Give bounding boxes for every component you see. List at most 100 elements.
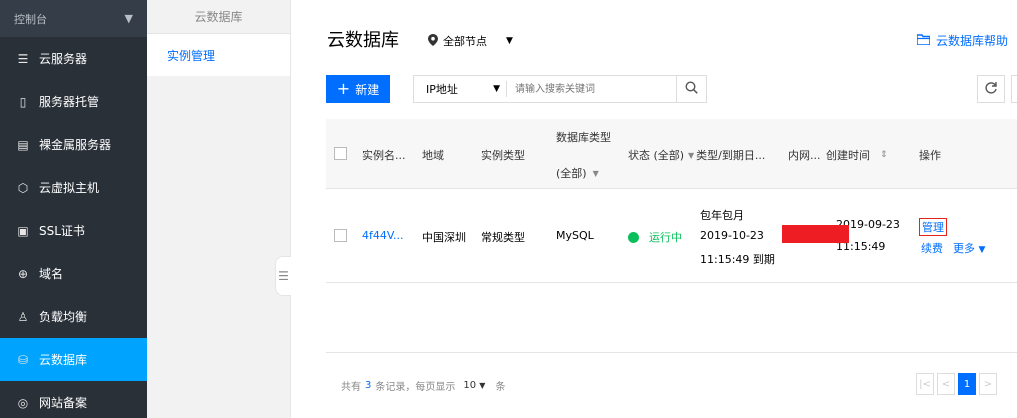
col-ops: 操作 (919, 149, 941, 162)
caret-down-icon: ▼ (479, 381, 486, 390)
server-icon: ☰ (17, 51, 29, 66)
sidebar-item-2[interactable]: ▤ 裸金属服务器 (0, 123, 147, 166)
search-type-label: IP地址 (426, 83, 458, 96)
folder-icon (916, 33, 931, 48)
caret-down-icon: ▼ (592, 168, 599, 178)
menu-icon: ☰ (278, 269, 289, 283)
sidebar-item-label: 云虚拟主机 (39, 181, 100, 195)
sidebar-item-label: 网站备案 (39, 396, 88, 410)
search-icon (685, 81, 698, 97)
sidebar-item-6[interactable]: ♙ 负载均衡 (0, 295, 147, 338)
refresh-icon (984, 81, 998, 98)
subnav-item-instances[interactable]: 实例管理 (147, 34, 290, 76)
database-icon: ⛁ (17, 352, 29, 367)
footer-prefix: 共有 (341, 382, 361, 393)
search-type-select[interactable]: IP地址 ▼ (414, 81, 506, 97)
new-instance-button[interactable]: + 新建 (326, 75, 390, 103)
prev-page-button[interactable]: < (937, 373, 955, 395)
col-status[interactable]: 状态 (全部) (628, 147, 684, 163)
help-link[interactable]: 云数据库帮助 (916, 32, 1009, 49)
next-page-button[interactable]: > (979, 373, 997, 395)
col-region: 地域 (422, 149, 444, 162)
sidebar-item-7[interactable]: ⛁ 云数据库 (0, 338, 147, 381)
refresh-button[interactable] (977, 75, 1005, 103)
sidebar-item-label: 域名 (39, 267, 64, 281)
sidebar-item-5[interactable]: ⊕ 域名 (0, 252, 147, 295)
select-all-checkbox[interactable] (334, 147, 347, 160)
col-created[interactable]: 创建时间 ⇕ (826, 147, 888, 163)
row-region: 中国深圳 (422, 231, 466, 244)
col-expire[interactable]: ▼ 类型/到期日... (688, 147, 765, 163)
region-label: 全部节点 (443, 35, 487, 48)
console-selector[interactable]: 控制台 ▼ (0, 0, 147, 37)
status-badge: 运行中 (628, 229, 682, 245)
search-input[interactable] (506, 81, 676, 97)
col-dbtype: 数据库类型 (556, 131, 611, 144)
current-page[interactable]: 1 (958, 373, 976, 395)
footer-suffix: 条记录，每页显示 (375, 382, 456, 393)
sidebar-item-1[interactable]: ▯ 服务器托管 (0, 80, 147, 123)
location-pin-icon (428, 33, 438, 49)
console-label: 控制台 (14, 12, 47, 26)
sidebar-item-4[interactable]: ▣ SSL证书 (0, 209, 147, 252)
redaction-block (782, 225, 849, 243)
plus-icon: + (336, 79, 351, 98)
status-dot-icon (628, 231, 639, 243)
row-checkbox[interactable] (334, 229, 347, 242)
record-summary: 共有 3 条记录，每页显示 10 ▼ 条 (341, 378, 505, 393)
row-expire-time: 11:15:49 到期 (700, 253, 775, 266)
collapse-sidebar-button[interactable]: ☰ (275, 256, 291, 296)
record-icon: ◎ (17, 395, 29, 410)
row-type: 常规类型 (481, 231, 525, 244)
manage-link[interactable]: 管理 (919, 218, 947, 236)
status-text: 运行中 (649, 231, 682, 244)
pagination: |< < 1 > (916, 373, 1000, 395)
col-dbtype-filter[interactable]: (全部) ▼ (556, 165, 599, 181)
footer-unit: 条 (495, 382, 506, 393)
region-selector[interactable]: 全部节点 ▼ (428, 33, 513, 49)
sidebar-item-label: 云数据库 (39, 353, 88, 367)
table-header: 实例名... 地域 实例类型 数据库类型 (全部) ▼ 状态 (全部) ▼ 类型… (326, 119, 1017, 189)
help-label: 云数据库帮助 (936, 34, 1009, 48)
record-count: 3 (365, 380, 372, 391)
row-db: MySQL (556, 229, 594, 242)
sidebar-item-8[interactable]: ◎ 网站备案 (0, 381, 147, 418)
col-expire-label: 类型/到期日... (696, 149, 766, 162)
sidebar-item-label: 服务器托管 (39, 95, 100, 109)
col-name[interactable]: 实例名... (362, 147, 406, 163)
sidebar-item-0[interactable]: ☰ 云服务器 (0, 37, 147, 80)
vhost-icon: ⬡ (17, 180, 29, 195)
more-link[interactable]: 更多 ▼ (953, 240, 985, 256)
search-button[interactable] (676, 76, 706, 102)
renew-link[interactable]: 续费 (921, 240, 943, 256)
caret-down-icon: ▼ (978, 245, 986, 255)
table-row: 4f44V... 中国深圳 常规类型 MySQL 运行中 包年包月 2019-1… (326, 189, 1017, 283)
new-label: 新建 (355, 82, 380, 97)
caret-down-icon: ▼ (124, 12, 133, 25)
dbtype-filter-label: (全部) (556, 167, 587, 180)
hosting-icon: ▯ (19, 94, 27, 109)
sidebar-item-3[interactable]: ⬡ 云虚拟主机 (0, 166, 147, 209)
globe-icon: ⊕ (17, 266, 29, 281)
table-footer: 共有 3 条记录，每页显示 10 ▼ 条 |< < 1 > (326, 352, 1017, 418)
instance-table: 实例名... 地域 实例类型 数据库类型 (全部) ▼ 状态 (全部) ▼ 类型… (326, 119, 1017, 283)
sub-nav: 云数据库 实例管理 (147, 0, 291, 418)
sidebar-item-label: SSL证书 (39, 224, 85, 238)
baremetal-icon: ▤ (17, 137, 29, 152)
first-page-button[interactable]: |< (916, 373, 934, 395)
settings-button[interactable] (1011, 75, 1017, 103)
main-content: 云数据库 全部节点 ▼ 云数据库帮助 + 新建 IP地址 ▼ 请输入搜索关键词 … (292, 0, 1017, 418)
page-size-select[interactable]: 10 ▼ (463, 380, 485, 391)
sort-icon: ⇕ (880, 150, 888, 160)
search-bar: IP地址 ▼ (413, 75, 707, 103)
col-ip: 内网... (788, 149, 821, 162)
row-expire-date: 2019-10-23 (700, 229, 764, 242)
caret-down-icon: ▼ (688, 150, 695, 160)
caret-down-icon: ▼ (506, 36, 513, 46)
caret-down-icon: ▼ (493, 84, 500, 94)
page-size: 10 (463, 380, 477, 391)
col-created-label: 创建时间 (826, 149, 870, 162)
row-actions: 续费 更多 ▼ (921, 240, 985, 256)
page-title: 云数据库 (327, 30, 399, 51)
instance-name-link[interactable]: 4f44V... (362, 229, 403, 242)
